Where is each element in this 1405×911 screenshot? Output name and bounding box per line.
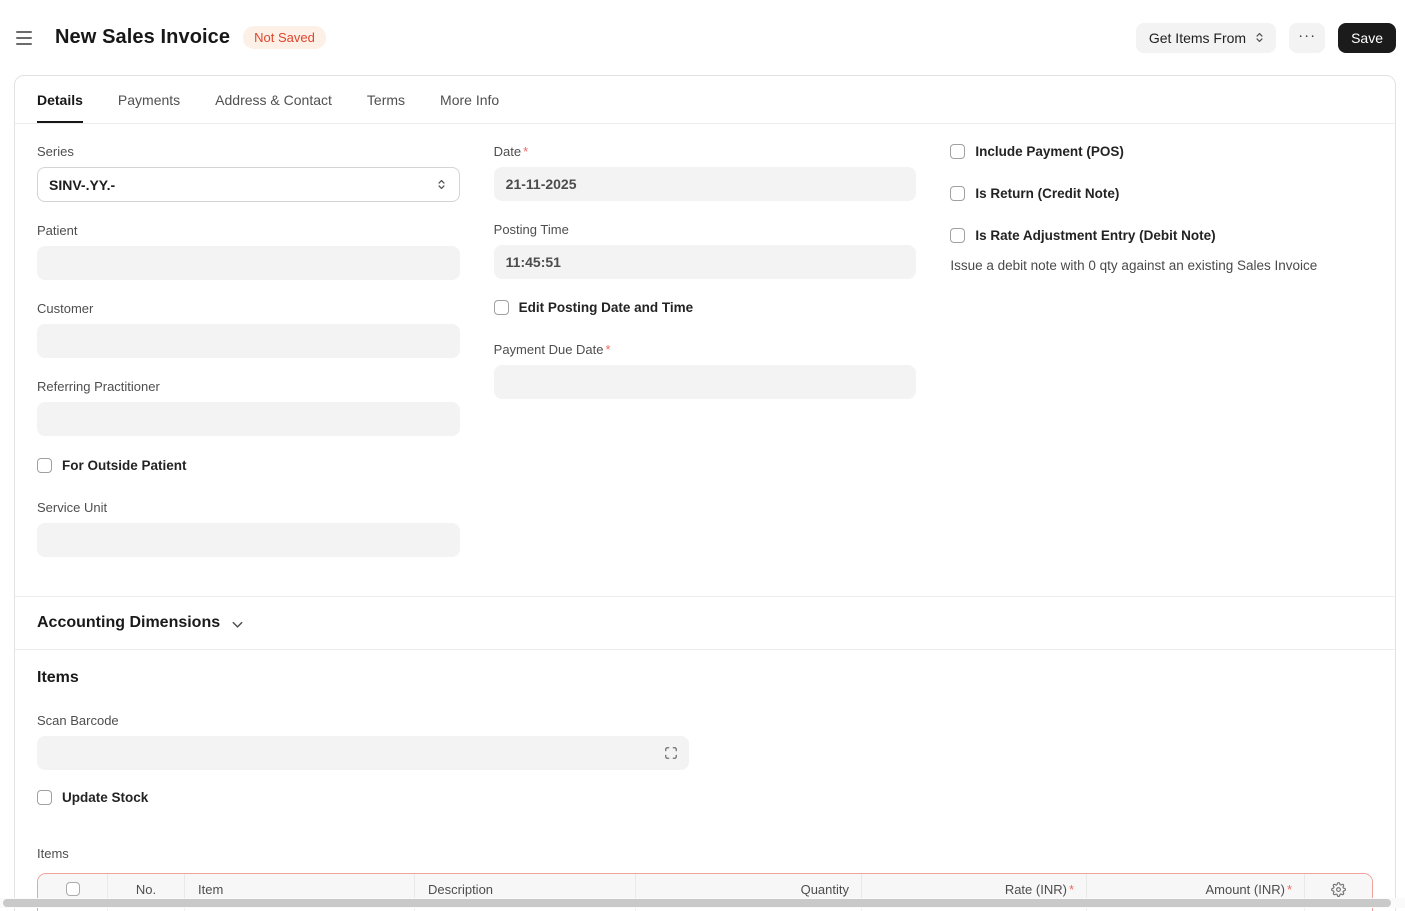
- referring-practitioner-field: Referring Practitioner: [37, 379, 460, 436]
- items-table-label: Items: [37, 846, 69, 861]
- posting-time-input[interactable]: [493, 245, 917, 279]
- include-payment-pos-checkbox[interactable]: [950, 144, 966, 159]
- date-label-text: Date: [493, 144, 522, 159]
- items-section: Items Scan Barcode Update Stock Items No…: [15, 650, 1395, 911]
- get-items-from-button[interactable]: Get Items From: [1135, 22, 1277, 53]
- is-rate-adjustment-row[interactable]: Is Rate Adjustment Entry (Debit Note): [950, 228, 1373, 243]
- accounting-dimensions-section[interactable]: Accounting Dimensions: [15, 597, 1395, 649]
- series-field: Series SINV-.YY.-: [37, 144, 460, 202]
- required-marker: *: [1068, 881, 1074, 897]
- column-header-rate-text: Rate (INR): [1004, 881, 1067, 897]
- form-column-2: Date* Posting Time Edit Posting Date and…: [493, 144, 917, 578]
- service-unit-field: Service Unit: [37, 500, 460, 557]
- tab-payments[interactable]: Payments: [118, 76, 180, 123]
- customer-field: Customer: [37, 301, 460, 358]
- scan-barcode-field: Scan Barcode: [37, 713, 1373, 770]
- payment-due-date-label-text: Payment Due Date: [493, 342, 604, 357]
- patient-field: Patient: [37, 223, 460, 280]
- scan-icon: [665, 747, 677, 759]
- date-label: Date *: [494, 144, 917, 159]
- series-label: Series: [37, 144, 74, 159]
- tab-address-contact[interactable]: Address & Contact: [215, 76, 332, 123]
- items-section-heading: Items: [37, 669, 79, 686]
- customer-label: Customer: [37, 301, 94, 316]
- customer-input[interactable]: [37, 324, 460, 358]
- form-card: Details Payments Address & Contact Terms…: [14, 75, 1396, 911]
- include-payment-pos-row[interactable]: Include Payment (POS): [950, 144, 1373, 159]
- chevron-down-icon: [232, 621, 243, 628]
- patient-label: Patient: [37, 223, 78, 238]
- horizontal-scrollbar[interactable]: [0, 898, 1405, 908]
- accounting-dimensions-heading: Accounting Dimensions: [37, 614, 221, 631]
- scan-barcode-label: Scan Barcode: [37, 713, 119, 728]
- date-field: Date *: [493, 144, 917, 201]
- tab-more-info[interactable]: More Info: [440, 76, 499, 123]
- payment-due-date-label: Payment Due Date *: [494, 342, 917, 357]
- referring-practitioner-label: Referring Practitioner: [37, 379, 160, 394]
- save-button[interactable]: Save: [1338, 22, 1396, 53]
- update-stock-checkbox[interactable]: [37, 790, 52, 805]
- is-return-checkbox[interactable]: [950, 186, 966, 201]
- column-header-amount-text: Amount (INR): [1205, 881, 1285, 897]
- required-marker: *: [1286, 881, 1292, 897]
- payment-due-date-field: Payment Due Date *: [493, 342, 917, 399]
- patient-input[interactable]: [37, 246, 460, 280]
- service-unit-label: Service Unit: [37, 500, 108, 515]
- edit-posting-row[interactable]: Edit Posting Date and Time: [493, 300, 917, 315]
- is-rate-adjustment-help: Issue a debit note with 0 qty against an…: [950, 258, 1318, 273]
- is-rate-adjustment-checkbox[interactable]: [950, 228, 966, 243]
- select-chevron-icon: [438, 179, 445, 190]
- navbar: New Sales Invoice Not Saved Get Items Fr…: [0, 0, 1405, 75]
- required-marker: *: [605, 342, 611, 357]
- menu-icon[interactable]: [16, 24, 44, 52]
- is-rate-adjustment-label: Is Rate Adjustment Entry (Debit Note): [975, 228, 1216, 243]
- select-all-checkbox[interactable]: [65, 882, 80, 896]
- more-options-button[interactable]: ···: [1289, 22, 1326, 53]
- edit-posting-checkbox[interactable]: [493, 300, 509, 315]
- tab-terms[interactable]: Terms: [367, 76, 405, 123]
- include-payment-pos-label: Include Payment (POS): [975, 144, 1124, 159]
- for-outside-patient-row[interactable]: For Outside Patient: [37, 458, 460, 473]
- gear-icon[interactable]: [1331, 881, 1346, 897]
- update-stock-row[interactable]: Update Stock: [37, 790, 1373, 805]
- date-input[interactable]: [493, 167, 917, 201]
- tab-bar: Details Payments Address & Contact Terms…: [15, 76, 1395, 124]
- series-select[interactable]: SINV-.YY.-: [37, 167, 460, 202]
- scan-barcode-wrap: [37, 736, 689, 770]
- details-form: Series SINV-.YY.- Patient Customer Refer…: [15, 124, 1395, 596]
- status-badge: Not Saved: [243, 26, 326, 49]
- for-outside-patient-checkbox[interactable]: [37, 458, 52, 473]
- posting-time-label: Posting Time: [493, 222, 569, 237]
- is-return-row[interactable]: Is Return (Credit Note): [950, 186, 1373, 201]
- scrollbar-thumb[interactable]: [3, 899, 1391, 907]
- form-column-1: Series SINV-.YY.- Patient Customer Refer…: [37, 144, 460, 578]
- page-title: New Sales Invoice: [55, 26, 231, 48]
- get-items-from-label: Get Items From: [1148, 29, 1247, 46]
- referring-practitioner-input[interactable]: [37, 402, 460, 436]
- posting-time-field: Posting Time: [493, 222, 917, 279]
- for-outside-patient-label: For Outside Patient: [62, 458, 187, 473]
- tab-details[interactable]: Details: [37, 76, 83, 123]
- payment-due-date-input[interactable]: [493, 365, 917, 399]
- series-value: SINV-.YY.-: [49, 176, 116, 193]
- select-chevron-icon: [1256, 32, 1263, 43]
- form-column-3: Include Payment (POS) Is Return (Credit …: [950, 144, 1373, 578]
- is-return-label: Is Return (Credit Note): [975, 186, 1120, 201]
- service-unit-input[interactable]: [37, 523, 460, 557]
- edit-posting-label: Edit Posting Date and Time: [518, 300, 694, 315]
- update-stock-label: Update Stock: [62, 790, 149, 805]
- scan-barcode-input[interactable]: [37, 736, 689, 770]
- required-marker: *: [523, 144, 529, 159]
